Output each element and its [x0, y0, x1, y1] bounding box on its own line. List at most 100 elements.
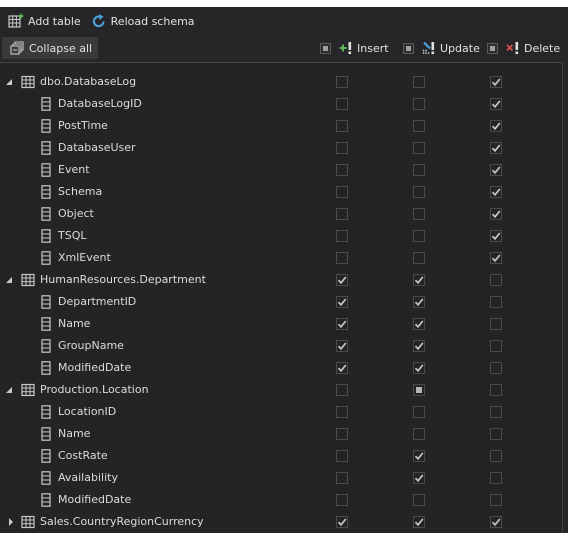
delete-checkbox[interactable] [490, 318, 502, 330]
insert-checkbox[interactable] [336, 274, 348, 286]
update-checkbox[interactable] [413, 406, 425, 418]
row-label: dbo.DatabaseLog [40, 75, 137, 88]
column-icon [41, 295, 51, 309]
update-checkbox[interactable] [413, 516, 425, 528]
insert-checkbox[interactable] [336, 164, 348, 176]
insert-checkbox[interactable] [336, 296, 348, 308]
insert-checkbox[interactable] [336, 384, 348, 396]
table-row[interactable]: Production.Location [0, 379, 562, 401]
reload-schema-button[interactable]: Reload schema [87, 10, 199, 32]
insert-checkbox[interactable] [336, 76, 348, 88]
update-checkbox[interactable] [413, 252, 425, 264]
collapse-all-button[interactable]: Collapse all [2, 37, 99, 59]
column-row[interactable]: XmlEvent [0, 247, 562, 269]
update-checkbox[interactable] [413, 208, 425, 220]
update-checkbox[interactable] [413, 318, 425, 330]
delete-checkbox[interactable] [490, 98, 502, 110]
collapse-arrow-icon[interactable] [6, 387, 12, 393]
column-row[interactable]: DepartmentID [0, 291, 562, 313]
delete-checkbox[interactable] [490, 450, 502, 462]
delete-checkbox[interactable] [490, 340, 502, 352]
delete-checkbox[interactable] [490, 428, 502, 440]
insert-checkbox[interactable] [336, 450, 348, 462]
insert-checkbox[interactable] [336, 428, 348, 440]
collapse-arrow-icon[interactable] [6, 79, 12, 85]
update-checkbox[interactable] [413, 98, 425, 110]
insert-checkbox[interactable] [336, 186, 348, 198]
column-row[interactable]: DatabaseLogID [0, 93, 562, 115]
insert-all-checkbox[interactable] [320, 42, 331, 54]
insert-checkbox[interactable] [336, 494, 348, 506]
delete-checkbox[interactable] [490, 406, 502, 418]
table-row[interactable]: Sales.CountryRegionCurrency [0, 511, 562, 533]
update-checkbox[interactable] [413, 450, 425, 462]
row-label: XmlEvent [58, 251, 111, 264]
insert-checkbox[interactable] [336, 340, 348, 352]
delete-checkbox[interactable] [490, 362, 502, 374]
update-checkbox[interactable] [413, 296, 425, 308]
update-checkbox[interactable] [413, 76, 425, 88]
insert-checkbox[interactable] [336, 516, 348, 528]
update-checkbox[interactable] [413, 494, 425, 506]
update-checkbox[interactable] [413, 428, 425, 440]
column-row[interactable]: LocationID [0, 401, 562, 423]
insert-checkbox[interactable] [336, 362, 348, 374]
add-table-button[interactable]: Add table [4, 10, 85, 32]
delete-all-checkbox[interactable] [487, 42, 498, 54]
update-checkbox[interactable] [413, 472, 425, 484]
insert-checkbox[interactable] [336, 208, 348, 220]
insert-checkbox[interactable] [336, 98, 348, 110]
insert-checkbox[interactable] [336, 142, 348, 154]
column-row[interactable]: Name [0, 423, 562, 445]
delete-checkbox[interactable] [490, 120, 502, 132]
update-checkbox[interactable] [413, 230, 425, 242]
delete-checkbox[interactable] [490, 164, 502, 176]
delete-checkbox[interactable] [490, 186, 502, 198]
delete-checkbox[interactable] [490, 274, 502, 286]
insert-checkbox[interactable] [336, 472, 348, 484]
column-row[interactable]: Schema [0, 181, 562, 203]
update-all-checkbox[interactable] [403, 42, 414, 54]
delete-checkbox[interactable] [490, 516, 502, 528]
column-row[interactable]: GroupName [0, 335, 562, 357]
table-icon [21, 383, 35, 397]
column-row[interactable]: Availability [0, 467, 562, 489]
table-row[interactable]: dbo.DatabaseLog [0, 71, 562, 93]
delete-checkbox[interactable] [490, 494, 502, 506]
column-row[interactable]: Object [0, 203, 562, 225]
column-row[interactable]: Name [0, 313, 562, 335]
insert-checkbox[interactable] [336, 120, 348, 132]
update-checkbox[interactable] [413, 362, 425, 374]
insert-checkbox[interactable] [336, 252, 348, 264]
delete-checkbox[interactable] [490, 208, 502, 220]
update-checkbox[interactable] [413, 164, 425, 176]
delete-checkbox[interactable] [490, 230, 502, 242]
delete-checkbox[interactable] [490, 76, 502, 88]
column-row[interactable]: ModifiedDate [0, 489, 562, 511]
column-row[interactable]: Event [0, 159, 562, 181]
update-checkbox[interactable] [413, 142, 425, 154]
insert-checkbox[interactable] [336, 318, 348, 330]
update-checkbox[interactable] [413, 384, 425, 396]
column-row[interactable]: CostRate [0, 445, 562, 467]
update-checkbox[interactable] [413, 274, 425, 286]
update-checkbox[interactable] [413, 120, 425, 132]
column-row[interactable]: DatabaseUser [0, 137, 562, 159]
insert-checkbox[interactable] [336, 230, 348, 242]
column-row[interactable]: TSQL [0, 225, 562, 247]
table-row[interactable]: HumanResources.Department [0, 269, 562, 291]
update-checkbox[interactable] [413, 186, 425, 198]
delete-checkbox[interactable] [490, 472, 502, 484]
column-row[interactable]: PostTime [0, 115, 562, 137]
delete-checkbox[interactable] [490, 252, 502, 264]
delete-checkbox[interactable] [490, 296, 502, 308]
collapse-arrow-icon[interactable] [6, 277, 12, 283]
expand-arrow-icon[interactable] [9, 518, 13, 526]
delete-checkbox[interactable] [490, 384, 502, 396]
update-checkbox[interactable] [413, 340, 425, 352]
update-column-label: Update [440, 41, 480, 55]
column-row[interactable]: ModifiedDate [0, 357, 562, 379]
insert-checkbox[interactable] [336, 406, 348, 418]
add-table-label: Add table [28, 14, 81, 28]
delete-checkbox[interactable] [490, 142, 502, 154]
